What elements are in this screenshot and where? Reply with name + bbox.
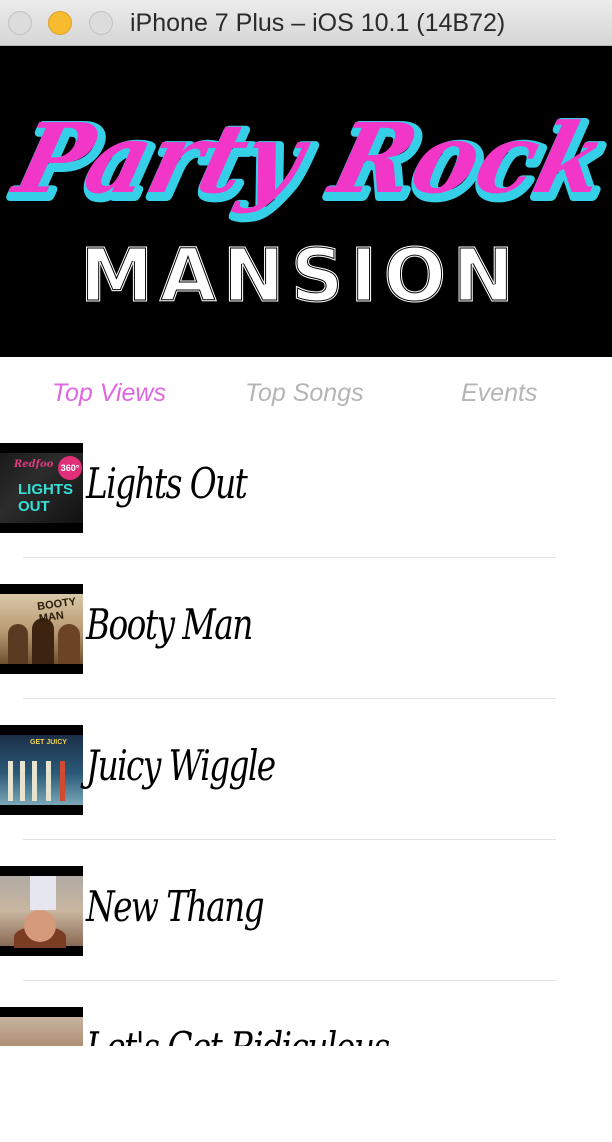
- row-divider: [23, 557, 556, 558]
- tab-top-songs[interactable]: Top Songs: [245, 379, 364, 408]
- song-title: Booty Man: [86, 600, 253, 649]
- list-item[interactable]: GET JUICY Juicy Wiggle: [0, 719, 612, 860]
- song-title: New Thang: [86, 882, 265, 931]
- thumb-badge: 360°: [58, 456, 82, 480]
- thumb-caption: LIGHTS OUT: [18, 481, 73, 515]
- header-banner: Party Rock Party Rock MANSION MANSION: [0, 46, 612, 357]
- song-title: Juicy Wiggle: [86, 741, 276, 790]
- window-title: iPhone 7 Plus – iOS 10.1 (14B72): [130, 9, 506, 37]
- window-zoom-button[interactable]: [89, 11, 113, 35]
- thumb-brand: Redfoo: [14, 459, 54, 470]
- list-item[interactable]: New Thang: [0, 860, 612, 1001]
- song-title: Lights Out: [86, 459, 248, 508]
- video-thumbnail: [0, 866, 83, 956]
- logo-script-text: Party Rock: [2, 101, 612, 214]
- song-list[interactable]: Redfoo 360° LIGHTS OUT Lights Out BOOTY …: [0, 437, 612, 1046]
- video-thumbnail: Redfoo 360° LIGHTS OUT: [0, 443, 83, 533]
- song-title: Let's Get Ridiculous: [86, 1023, 390, 1046]
- list-item[interactable]: Redfoo 360° LIGHTS OUT Lights Out: [0, 437, 612, 578]
- window-minimize-button[interactable]: [48, 11, 72, 35]
- list-item[interactable]: BOOTY MAN Booty Man: [0, 578, 612, 719]
- thumb-caption: GET JUICY: [30, 739, 67, 746]
- party-rock-logo: Party Rock Party Rock MANSION MANSION: [0, 100, 612, 320]
- tab-events[interactable]: Events: [461, 379, 537, 408]
- logo-mansion-outline: MANSION: [80, 233, 521, 319]
- video-thumbnail: [0, 1007, 83, 1046]
- row-divider: [23, 980, 556, 981]
- video-thumbnail: GET JUICY: [0, 725, 83, 815]
- video-thumbnail: BOOTY MAN: [0, 584, 83, 674]
- row-divider: [23, 839, 556, 840]
- segment-tabs: Top Views Top Songs Events: [0, 357, 612, 437]
- window-close-button[interactable]: [8, 11, 32, 35]
- thumb-caption: BOOTY MAN: [36, 595, 77, 626]
- row-divider: [23, 698, 556, 699]
- tab-top-views[interactable]: Top Views: [52, 379, 166, 408]
- window-title-bar: iPhone 7 Plus – iOS 10.1 (14B72): [0, 0, 612, 46]
- list-item[interactable]: Let's Get Ridiculous: [0, 1001, 612, 1046]
